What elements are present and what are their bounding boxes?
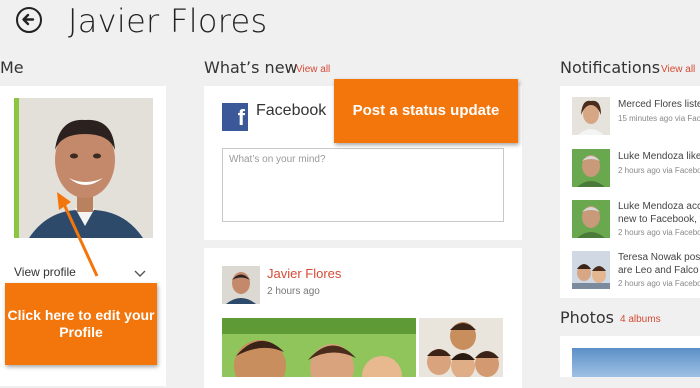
facebook-label: Facebook: [256, 102, 327, 119]
facebook-logo-icon: f: [222, 103, 248, 131]
post-photo-2[interactable]: [419, 318, 503, 377]
family-photo-image: [222, 318, 416, 377]
family-avatar-image: [572, 251, 610, 289]
post-time: 2 hours ago: [267, 286, 320, 297]
album-thumbnail[interactable]: [572, 348, 700, 377]
notification-item[interactable]: [572, 200, 610, 238]
notification-item[interactable]: [572, 97, 610, 135]
status-input[interactable]: What’s on your mind?: [222, 148, 504, 222]
woman-avatar-image: [572, 97, 610, 135]
whats-new-heading: What’s new: [204, 58, 298, 77]
notification-text: Teresa Nowak posted: [618, 252, 700, 263]
post-photo-1[interactable]: [222, 318, 416, 377]
whats-new-view-all-link[interactable]: View all: [296, 64, 330, 75]
notification-text: Luke Mendoza likes: [618, 151, 700, 162]
notification-avatar: [572, 149, 610, 187]
notification-text-line-2: are Leo and Falco de: [618, 265, 700, 276]
kids-photo-image: [419, 318, 503, 377]
post-author-avatar[interactable]: [222, 266, 260, 304]
edit-profile-callout: Click here to edit your Profile: [5, 283, 157, 365]
status-update-callout: Post a status update: [334, 79, 518, 143]
callout-arrow-icon: [57, 192, 99, 277]
notifications-view-all-link[interactable]: View all: [661, 64, 695, 75]
notification-text-line-2: new to Facebook, you: [618, 214, 700, 225]
back-button[interactable]: [16, 7, 42, 33]
man-avatar-image: [572, 200, 610, 238]
notification-avatar: [572, 97, 610, 135]
notification-item[interactable]: [572, 251, 610, 289]
page-title: Javier Flores: [68, 2, 268, 40]
notification-meta: 15 minutes ago via Facebook: [618, 114, 700, 123]
notifications-heading: Notifications: [560, 58, 661, 77]
notification-meta: 2 hours ago via Facebook: [618, 228, 700, 237]
notification-meta: 2 hours ago via Facebook: [618, 166, 700, 175]
chevron-down-icon[interactable]: [134, 270, 146, 278]
notification-item[interactable]: [572, 149, 610, 187]
photos-heading: Photos: [560, 308, 614, 327]
man-avatar-image: [572, 149, 610, 187]
back-arrow-icon: [22, 13, 35, 26]
author-avatar-image: [222, 266, 260, 304]
post-author-name[interactable]: Javier Flores: [267, 266, 341, 281]
notification-avatar: [572, 251, 610, 289]
notification-text: Luke Mendoza accepted: [618, 201, 700, 212]
notification-meta: 2 hours ago via Facebook: [618, 279, 700, 288]
notification-avatar: [572, 200, 610, 238]
notification-text: Merced Flores listed: [618, 99, 700, 110]
status-placeholder: What’s on your mind?: [229, 154, 326, 165]
me-heading: Me: [0, 58, 24, 77]
photos-albums-link[interactable]: 4 albums: [620, 314, 661, 325]
